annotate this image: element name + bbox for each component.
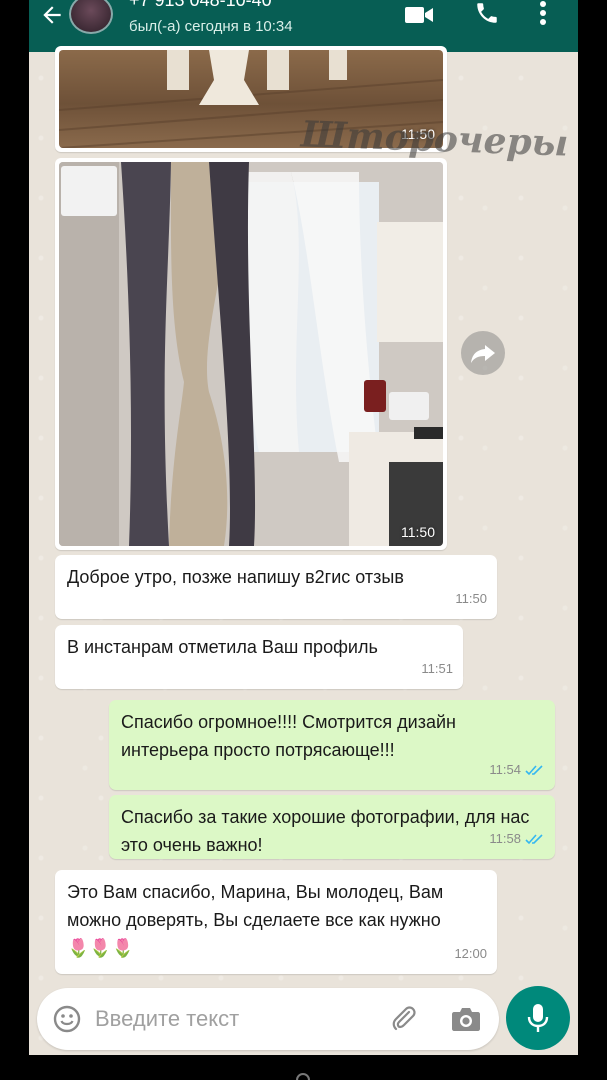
- incoming-message[interactable]: В инстанрам отметила Ваш профиль 11:51: [55, 625, 463, 689]
- forward-button[interactable]: [461, 331, 505, 375]
- message-composer: [37, 988, 499, 1050]
- chat-screen: +7 913 048-10-40 был(-а) сегодня в 10:34…: [29, 0, 578, 1055]
- message-time: 11:50: [401, 524, 435, 540]
- incoming-message[interactable]: Это Вам спасибо, Марина, Вы молодец, Вам…: [55, 870, 497, 974]
- microphone-icon: [527, 1004, 549, 1032]
- forward-icon: [471, 345, 495, 363]
- read-ticks-icon: [525, 834, 543, 845]
- message-time: 12:00: [454, 946, 487, 961]
- message-text: Доброе утро, позже напишу в2гис отзыв: [67, 567, 404, 587]
- last-seen-status: был(-а) сегодня в 10:34: [129, 18, 293, 35]
- outgoing-message[interactable]: Спасибо огромное!!!! Смотрится дизайн ин…: [109, 700, 555, 790]
- message-text: Спасибо за такие хорошие фотографии, для…: [121, 807, 530, 855]
- image-message[interactable]: 11:50: [55, 158, 447, 550]
- camera-icon[interactable]: [451, 1006, 481, 1032]
- message-meta: 11:51: [421, 655, 453, 683]
- read-ticks-icon: [525, 765, 543, 776]
- attach-paperclip-icon[interactable]: [389, 1004, 419, 1034]
- video-call-icon[interactable]: [404, 4, 434, 26]
- back-arrow-icon[interactable]: [39, 2, 65, 28]
- message-meta: 11:54: [489, 756, 545, 784]
- curtains-illustration: [59, 162, 443, 546]
- emoji-icon[interactable]: [53, 1005, 81, 1033]
- message-text: В инстанрам отметила Ваш профиль: [67, 637, 378, 657]
- home-button-icon[interactable]: [296, 1073, 310, 1080]
- avatar[interactable]: [69, 0, 113, 34]
- more-options-icon[interactable]: [539, 0, 547, 26]
- message-time: 11:58: [489, 831, 521, 846]
- message-text: Спасибо огромное!!!! Смотрится дизайн ин…: [121, 712, 456, 760]
- system-nav-bar: [0, 1055, 607, 1080]
- message-time: 11:50: [455, 591, 487, 606]
- phone-call-icon[interactable]: [474, 0, 500, 26]
- message-text: Это Вам спасибо, Марина, Вы молодец, Вам…: [67, 882, 444, 958]
- contact-name[interactable]: +7 913 048-10-40: [129, 0, 272, 11]
- chat-header: +7 913 048-10-40 был(-а) сегодня в 10:34: [29, 0, 578, 52]
- message-time: 11:51: [421, 661, 453, 676]
- message-meta: 11:50: [455, 585, 487, 613]
- voice-record-button[interactable]: [506, 986, 570, 1050]
- message-meta: 11:58: [489, 825, 545, 853]
- message-meta: 12:00: [454, 940, 487, 968]
- incoming-message[interactable]: Доброе утро, позже напишу в2гис отзыв 11…: [55, 555, 497, 619]
- message-input[interactable]: [95, 1000, 375, 1038]
- message-time: 11:54: [489, 762, 521, 777]
- outgoing-message[interactable]: Спасибо за такие хорошие фотографии, для…: [109, 795, 555, 859]
- photo-curtains: 11:50: [59, 162, 443, 546]
